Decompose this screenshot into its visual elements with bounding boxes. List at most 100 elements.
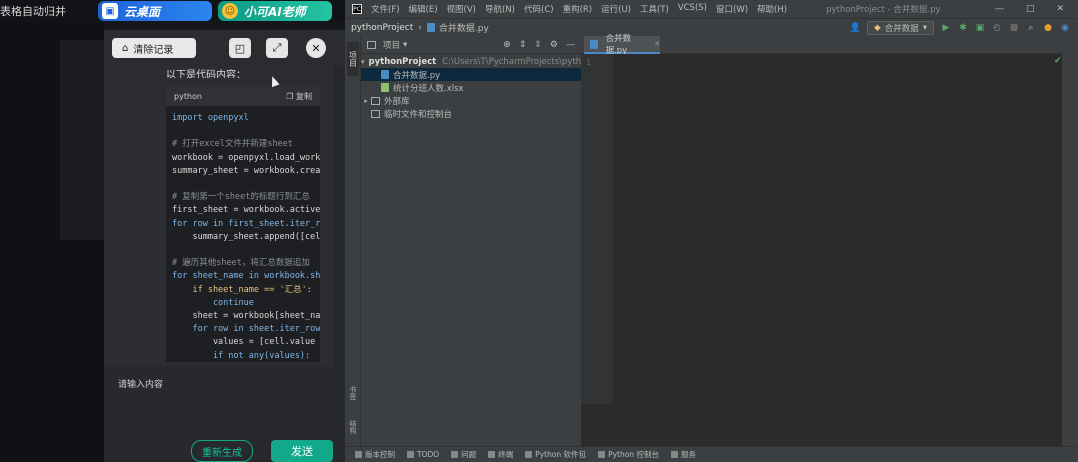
copy-button[interactable]: ❐ 复制 [286,91,312,102]
bottom-tool-button[interactable]: Python 控制台 [598,449,659,460]
bottom-tool-button[interactable]: 版本控制 [355,449,395,460]
clear-history-label: 清除记录 [133,44,174,56]
tree-item-label: 合并数据.py [393,70,441,81]
code-editor[interactable] [613,54,1062,404]
bottom-tool-label: 问题 [461,450,477,459]
run-icon[interactable]: ▶ [941,23,951,33]
bottom-tool-button[interactable]: 问题 [451,449,476,460]
right-tool-strip [1062,36,1078,446]
window-title: pythonProject - 合并数据.py [826,5,941,15]
ai-teacher-tab[interactable]: ☺ 小可AI老师 [218,1,332,21]
code-line: # 复制第一个sheet的标题行到汇总 [172,192,310,203]
tree-item-label: 统计分班人数.xlsx [393,83,464,94]
menu-item[interactable]: 视图(V) [447,3,476,15]
code-line: summary_sheet = workbook.create_ [172,165,320,176]
inspection-ok-icon[interactable]: ✔ [1054,56,1062,66]
menu-item[interactable]: 运行(U) [601,3,631,15]
tree-external-libs[interactable]: ▸ 外部库 [361,94,581,107]
menu-item[interactable]: 工具(T) [640,3,669,15]
breadcrumb-separator-icon: › [418,22,422,33]
profile-icon[interactable]: ◴ [992,23,1002,33]
maximize-icon[interactable]: □ [1026,4,1035,14]
tool-window-icon [355,451,362,458]
tree-root-name: pythonProject [368,56,437,67]
bottom-tool-button[interactable]: Python 软件包 [525,449,586,460]
code-line: summary_sheet.append([cell [172,231,320,242]
close-icon: ✕ [311,41,321,55]
regenerate-button[interactable]: 重新生成 [191,440,253,462]
menu-item[interactable]: 重构(R) [563,3,593,15]
bottom-tool-button[interactable]: 终端 [488,449,513,460]
menu-item[interactable]: VCS(S) [678,3,707,15]
python-icon: ◆ [874,22,881,33]
chevron-right-icon[interactable]: ▸ [361,97,371,105]
window-button[interactable]: ◰ [229,38,251,58]
collapse-all-icon[interactable]: ⇳ [534,40,542,50]
jetbrains-icon[interactable]: ◉ [1060,23,1070,33]
menu-item[interactable]: 导航(N) [485,3,515,15]
search-icon[interactable]: ⌕ [1026,23,1036,33]
expand-button[interactable]: ⤢ [266,38,288,58]
update-icon[interactable]: ● [1043,23,1053,33]
hide-icon[interactable]: — [566,40,575,50]
debug-icon[interactable]: ✱ [958,23,968,33]
cloud-desktop-tab[interactable]: ▣ 云桌面 [98,1,212,21]
chat-scrollbar[interactable] [334,66,345,366]
tool-window-icon [670,451,678,458]
close-window-icon[interactable]: ✕ [1056,4,1064,14]
tree-item-xlsx[interactable]: 统计分班人数.xlsx [361,81,581,94]
breadcrumb-file[interactable]: 合并数据.py [439,21,489,34]
gear-icon[interactable]: ⚙ [550,40,558,50]
tool-window-icon [598,451,606,458]
close-tab-icon[interactable]: ✕ [654,40,660,48]
structure-tool-tab[interactable]: 结构 [347,412,359,442]
tree-root[interactable]: ▾ pythonProject C:\Users\T\PycharmProjec… [361,55,581,68]
menu-item[interactable]: 代码(C) [524,3,554,15]
navigation-bar: pythonProject › 合并数据.py 👤 ◆ 合并数据 ▾ ▶ ✱ ▣… [345,18,1078,36]
python-file-icon [590,39,598,49]
tree-item-py[interactable]: 合并数据.py [361,68,581,81]
user-icon[interactable]: 👤 [850,23,861,33]
run-config-select[interactable]: ◆ 合并数据 ▾ [867,20,934,35]
bottom-tool-button[interactable]: TODO [407,450,439,459]
locate-icon[interactable]: ⊕ [503,40,511,50]
tool-window-icon [488,451,496,458]
code-line: for sheet_name in workbook.shee [172,271,320,282]
tree-root-path: C:\Users\T\PycharmProjects\pythonP [442,56,581,67]
breadcrumb-project[interactable]: pythonProject [351,23,413,33]
code-line: values = [cell.value fo [172,337,320,348]
code-line: if sheet_name == '汇总': [172,284,312,295]
code-line: first_sheet = workbook.active [172,205,320,216]
project-tool-tab[interactable]: 项目 [347,42,359,76]
coverage-icon[interactable]: ▣ [975,23,985,33]
message-text: 以下是代码内容： [166,70,246,78]
clear-history-button[interactable]: ⌂ 清除记录 [112,38,196,58]
chevron-down-icon[interactable]: ▾ [361,58,365,66]
bottom-tool-label: 版本控制 [365,450,395,459]
chat-input-placeholder: 请输入内容 [118,380,164,390]
code-line: # 打开excel文件并新建sheet [172,139,293,150]
editor-tab-label: 合并数据.py [605,34,632,56]
bookmarks-tool-tab[interactable]: 书签 [347,378,359,408]
chevron-down-icon[interactable]: ▾ [403,40,407,50]
editor-tab[interactable]: 合并数据.py ✕ [584,34,660,56]
menu-item[interactable]: 帮助(H) [757,3,787,15]
minimize-icon[interactable]: — [995,4,1004,14]
menu-item[interactable]: 编辑(E) [409,3,438,15]
background-shape [60,40,104,240]
copy-label: 复制 [296,91,312,101]
menu-item[interactable]: 文件(F) [371,3,400,15]
bottom-tool-button[interactable]: 服务 [670,449,696,460]
project-view-dropdown[interactable]: 项目 [383,39,400,51]
clear-icon: ⌂ [122,42,129,54]
tree-scratches[interactable]: 临时文件和控制台 [361,107,581,120]
send-button[interactable]: 发送 [271,440,333,462]
code-line: for row in first_sheet.iter_row [172,218,320,229]
close-button[interactable]: ✕ [306,38,326,58]
copy-icon: ❐ [286,91,296,101]
code-language: python [174,91,202,101]
menu-item[interactable]: 窗口(W) [716,3,748,15]
expand-all-icon[interactable]: ⇕ [519,40,527,50]
stop-icon[interactable]: ■ [1009,23,1019,33]
